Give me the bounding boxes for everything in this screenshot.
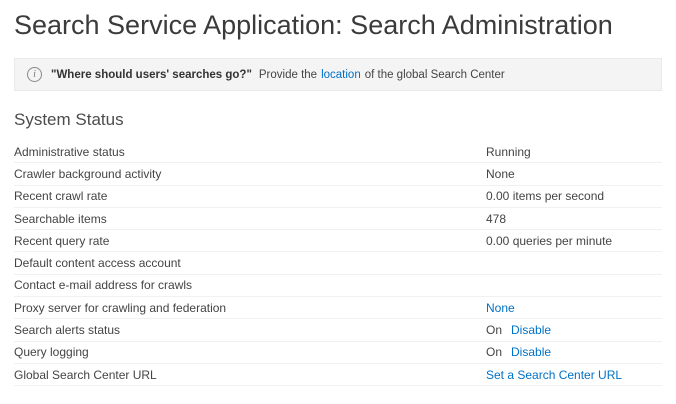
status-row-label: Searchable items: [14, 211, 107, 226]
table-row: Searchable items 478: [14, 208, 662, 231]
status-action-link[interactable]: Disable: [511, 345, 551, 359]
info-icon: i: [27, 67, 42, 82]
status-table: Administrative status Running Crawler back…: [14, 141, 662, 387]
status-value-link[interactable]: Set a Search Center URL: [486, 368, 622, 382]
location-link[interactable]: location: [321, 69, 361, 81]
status-value-text: On: [486, 345, 503, 360]
status-row-label: Crawler background activity: [14, 166, 162, 181]
status-row-label: Administrative status: [14, 144, 125, 159]
status-row-value: None: [486, 301, 662, 315]
status-row-value: None: [486, 167, 662, 181]
page-title: Search Service Application: Search Admin…: [14, 10, 613, 40]
table-row: Query logging On Disable: [14, 342, 662, 364]
table-row: Recent crawl rate 0.00 items per second: [14, 186, 662, 208]
banner-text-after-link: of the global Search Center: [364, 68, 505, 81]
status-row-value: 0.00 queries per minute: [486, 234, 662, 248]
table-row: Proxy server for crawling and federation…: [14, 297, 662, 320]
table-row: Recent query rate 0.00 queries per minute: [14, 230, 662, 253]
status-row-value: 0.00 items per second: [486, 189, 662, 203]
status-action-link[interactable]: Disable: [511, 323, 551, 337]
status-value-text: 478: [486, 211, 507, 226]
info-banner: i "Where should users' searches go?" Pro…: [14, 58, 662, 91]
search-admin-page: Search Service Application: Search Admin…: [0, 0, 676, 387]
status-row-label: Contact e-mail address for crawls: [14, 278, 193, 293]
table-row: Administrative status Running: [14, 141, 662, 164]
status-row-label: Recent query rate: [14, 233, 110, 248]
status-row-value: On Disable: [486, 323, 662, 337]
status-row-label: Query logging: [14, 345, 89, 360]
status-value-text: On: [486, 323, 503, 338]
table-row: Contact e-mail address for crawls: [14, 275, 662, 298]
status-value-text: 0.00 queries per minute: [486, 233, 613, 248]
status-row-label: Default content access account: [14, 256, 181, 271]
status-row-label: Proxy server for crawling and federation: [14, 300, 227, 315]
banner-question: "Where should users' searches go?": [51, 68, 252, 81]
status-row-label: Recent crawl rate: [14, 189, 108, 204]
status-row-label: Global Search Center URL: [14, 367, 157, 382]
status-row-value: 478: [486, 212, 662, 226]
status-value-text: 0.00 items per second: [486, 189, 605, 204]
status-row-value: Running: [486, 145, 662, 159]
table-row: Search alerts status On Disable: [14, 319, 662, 342]
status-value-text: None: [486, 166, 515, 181]
status-value-link[interactable]: None: [486, 301, 515, 315]
system-status-heading: System Status: [14, 110, 124, 129]
banner-text-before-link: Provide the: [258, 68, 318, 81]
table-row: Crawler background activity None: [14, 163, 662, 186]
table-row: Global Search Center URL Set a Search Cen…: [14, 364, 662, 387]
status-row-label: Search alerts status: [14, 323, 121, 338]
status-value-text: Running: [486, 144, 531, 159]
table-row: Default content access account: [14, 252, 662, 275]
status-row-value: On Disable: [486, 345, 662, 359]
status-row-value: Set a Search Center URL: [486, 368, 662, 382]
